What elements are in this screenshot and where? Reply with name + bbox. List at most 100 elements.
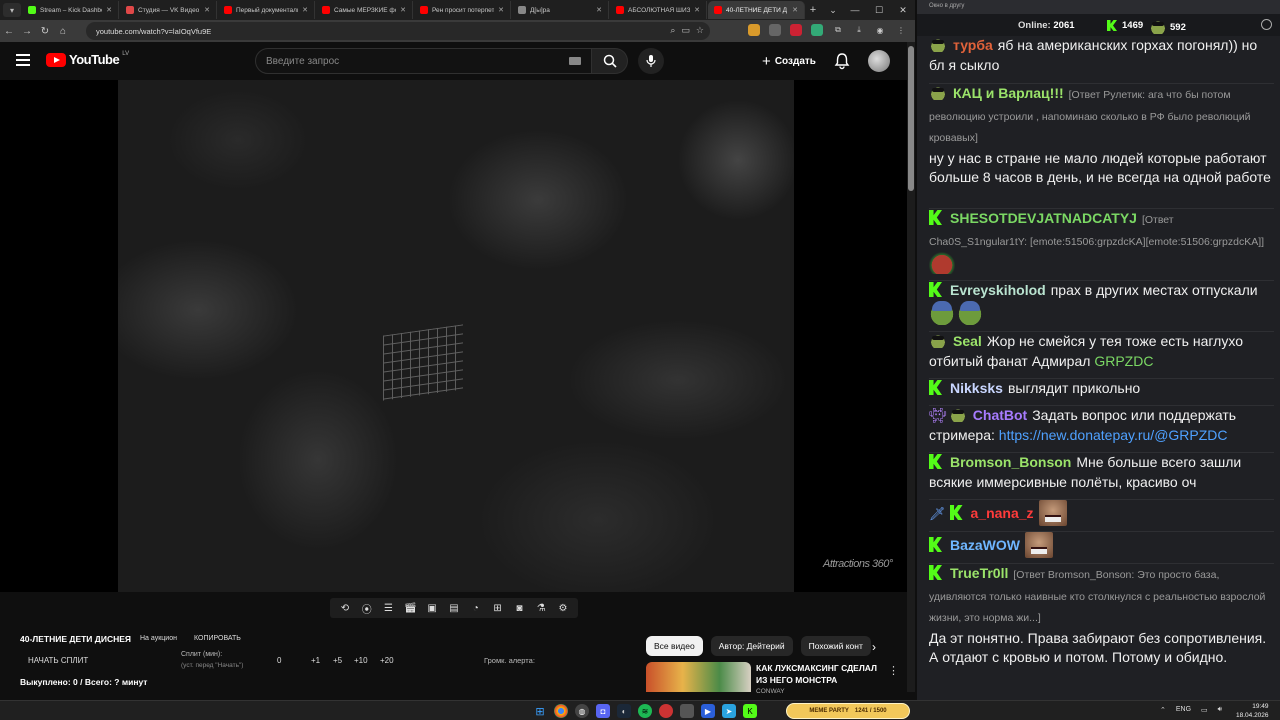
- close-window-button[interactable]: ✕: [891, 0, 915, 20]
- maximize-button[interactable]: ☐: [867, 0, 891, 20]
- extension-icon-1[interactable]: [748, 24, 760, 36]
- new-tab-button[interactable]: +: [805, 4, 821, 16]
- volume-icon[interactable]: 🔊︎: [1218, 706, 1222, 714]
- tab-list-button[interactable]: ▾: [3, 3, 21, 17]
- loop-icon[interactable]: ⟲: [338, 601, 352, 615]
- app-icon-red[interactable]: [659, 704, 673, 718]
- scrollbar-thumb[interactable]: [908, 46, 914, 191]
- tab-kick-dashboard[interactable]: Stream – Kick Dashboard✕: [22, 1, 119, 19]
- obs-icon[interactable]: ◍: [575, 704, 589, 718]
- menu-icon[interactable]: [16, 54, 30, 66]
- windows-start-icon[interactable]: ⊞: [533, 704, 547, 718]
- account-avatar[interactable]: [868, 50, 890, 72]
- flask-icon[interactable]: ⚗: [534, 601, 548, 615]
- recommended-video-channel[interactable]: CONWAY: [756, 688, 785, 695]
- home-icon[interactable]: ⌂: [54, 22, 72, 40]
- tab-close-icon[interactable]: ✕: [204, 6, 210, 14]
- search-button[interactable]: [592, 48, 628, 74]
- tab-close-icon[interactable]: ✕: [302, 6, 308, 14]
- split-value[interactable]: 0: [277, 656, 281, 665]
- tab-vk-studio[interactable]: Студия — VK Видео Live✕: [120, 1, 217, 19]
- tab-close-icon[interactable]: ✕: [596, 6, 602, 14]
- chevron-right-icon[interactable]: ›: [872, 640, 876, 654]
- picture-in-picture-icon[interactable]: ▣: [425, 601, 439, 615]
- increment-10-button[interactable]: +10: [354, 656, 368, 665]
- cast-icon[interactable]: ▭: [681, 25, 690, 36]
- tab-page[interactable]: Д[ы]ра ✕: [512, 1, 609, 19]
- increment-20-button[interactable]: +20: [380, 656, 394, 665]
- search-input[interactable]: [266, 55, 556, 67]
- start-split-button[interactable]: НАЧАТЬ СПЛИТ: [28, 656, 88, 665]
- donate-link[interactable]: https://new.donatepay.ru/@GRPZDC: [999, 427, 1228, 443]
- increment-5-button[interactable]: +5: [333, 656, 342, 665]
- system-clock[interactable]: 19:49 18.04.2026: [1236, 702, 1269, 720]
- tab-close-icon[interactable]: ✕: [106, 6, 112, 14]
- chip-all-videos[interactable]: Все видео: [646, 636, 703, 656]
- chip-author[interactable]: Автор: Дейтерий: [710, 636, 793, 656]
- tab-search-icon[interactable]: ⌄: [823, 0, 843, 20]
- profile-icon[interactable]: ◉: [874, 24, 886, 36]
- bookmark-star-icon[interactable]: ☆: [696, 25, 704, 36]
- film-strip-icon[interactable]: ▤: [447, 601, 461, 615]
- copy-button[interactable]: КОПИРОВАТЬ: [194, 635, 241, 642]
- page-scrollbar[interactable]: [907, 42, 915, 692]
- download-icon[interactable]: ⤓: [853, 24, 865, 36]
- video-player[interactable]: Attractions 360°: [0, 80, 907, 592]
- voice-search-button[interactable]: [638, 48, 664, 74]
- chevron-up-icon[interactable]: ⌃: [1160, 706, 1166, 714]
- tab-youtube-2[interactable]: Самые МЕРЗКИЕ фор ✕: [316, 1, 413, 19]
- tab-youtube-1[interactable]: Первый документальный✕: [218, 1, 315, 19]
- search-page-icon[interactable]: ⌕: [670, 25, 675, 36]
- telegram-icon[interactable]: ➤: [722, 704, 736, 718]
- sword-badge-icon: 🗡︎: [929, 506, 946, 521]
- add-frame-icon[interactable]: ⊞: [491, 601, 505, 615]
- playlist-add-icon[interactable]: ☰: [382, 601, 396, 615]
- create-button[interactable]: + Создать: [756, 48, 822, 74]
- address-bar[interactable]: youtube.com/watch?v=laIOqVfu9E ⌕ ▭ ☆: [86, 22, 710, 40]
- camera-icon[interactable]: ◙: [512, 601, 526, 615]
- minimize-button[interactable]: —: [843, 0, 867, 20]
- extension-icon-3[interactable]: [790, 24, 802, 36]
- chrome-icon[interactable]: [554, 704, 568, 718]
- back-icon[interactable]: ←: [0, 22, 18, 40]
- network-icon[interactable]: ▭: [1201, 706, 1208, 714]
- notifications-bell-icon[interactable]: [833, 52, 851, 70]
- extensions-puzzle-icon[interactable]: ⧉: [832, 24, 844, 36]
- tab-youtube-active[interactable]: 40-ЛЕТНИЕ ДЕТИ Д ✕: [708, 1, 805, 19]
- chip-similar[interactable]: Похожий конт: [800, 636, 871, 656]
- tab-close-icon[interactable]: ✕: [694, 6, 700, 14]
- chat-message: 👾︎ ChatBot Задать вопрос или поддержать ст…: [929, 405, 1274, 445]
- microphone-icon: [646, 55, 656, 67]
- app-icon-gray[interactable]: [680, 704, 694, 718]
- extension-icon-4[interactable]: [811, 24, 823, 36]
- more-options-icon[interactable]: ⋮: [888, 664, 899, 677]
- tab-youtube-3[interactable]: Рен просит потерпеть ✕: [414, 1, 511, 19]
- tab-youtube-4[interactable]: АБСОЛЮТНАЯ ШИЗО ✕: [610, 1, 707, 19]
- steam-icon[interactable]: ◐: [617, 704, 631, 718]
- language-indicator[interactable]: ENG: [1176, 706, 1191, 714]
- keyboard-icon[interactable]: [569, 57, 581, 65]
- to-auction-button[interactable]: На аукцион: [140, 635, 177, 642]
- forward-icon[interactable]: →: [18, 22, 36, 40]
- audio-wave-icon[interactable]: ⦿: [360, 601, 374, 616]
- tab-close-icon[interactable]: ✕: [498, 6, 504, 14]
- media-player-icon[interactable]: ▶: [701, 704, 715, 718]
- kick-app-icon[interactable]: K: [743, 704, 757, 718]
- meme-party-widget[interactable]: MEME PARTY 1241 / 1500: [786, 703, 910, 719]
- recommended-video-thumbnail[interactable]: [646, 662, 751, 692]
- chat-settings-icon[interactable]: [1261, 19, 1272, 30]
- youtube-logo[interactable]: YouTube LV: [46, 51, 129, 67]
- increment-1-button[interactable]: +1: [311, 656, 320, 665]
- extension-icon-2[interactable]: [769, 24, 781, 36]
- tab-close-icon[interactable]: ✕: [400, 6, 406, 14]
- clapper-icon[interactable]: 🎬︎: [403, 601, 417, 615]
- tab-close-icon[interactable]: ✕: [792, 6, 798, 14]
- spotify-icon[interactable]: ≋: [638, 704, 652, 718]
- speedometer-icon[interactable]: ◔: [469, 601, 483, 615]
- settings-gear-icon[interactable]: ⚙: [556, 601, 570, 615]
- reload-icon[interactable]: ↻: [36, 22, 54, 40]
- recommended-video-title[interactable]: КАК ЛУКСМАКСИНГ СДЕЛАЛ ИЗ НЕГО МОНСТРА: [756, 662, 882, 686]
- bought-status: Выкуплено: 0 / Всего: ? минут: [20, 677, 148, 687]
- browser-menu-icon[interactable]: ⋮: [895, 24, 907, 36]
- discord-icon[interactable]: ◘: [596, 704, 610, 718]
